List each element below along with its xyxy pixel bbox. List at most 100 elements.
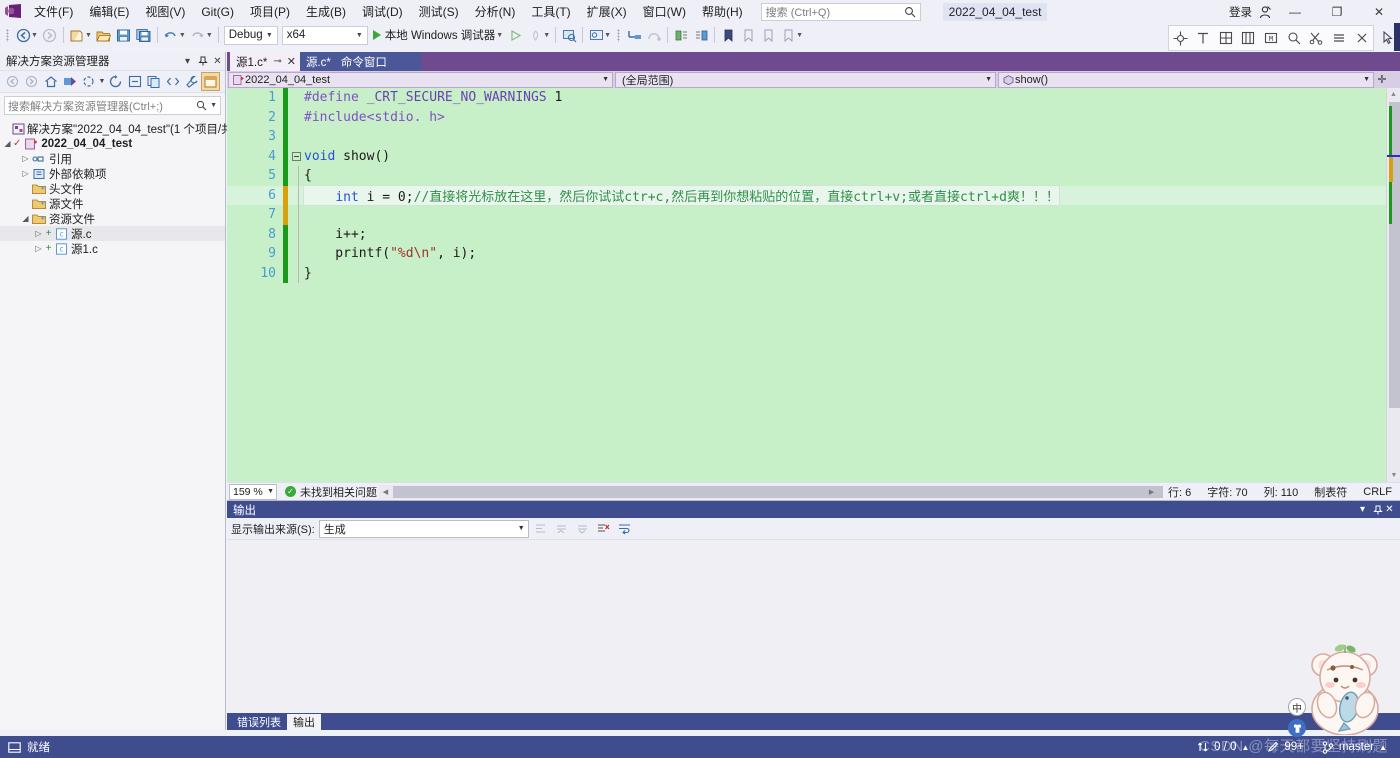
- navbar-project-select[interactable]: 2022_04_04_test ▼: [228, 71, 613, 88]
- scissors-icon[interactable]: [1306, 28, 1326, 48]
- word-wrap-icon[interactable]: [615, 519, 634, 538]
- new-project-icon[interactable]: [67, 25, 87, 45]
- tab-output[interactable]: 输出: [287, 714, 321, 730]
- scroll-down-icon[interactable]: ▼: [1387, 469, 1400, 482]
- editor-horizontal-scrollbar[interactable]: ◀ ▶: [379, 484, 1163, 499]
- wrench-icon[interactable]: [182, 72, 201, 91]
- scroll-right-icon[interactable]: ▶: [1145, 488, 1158, 496]
- pin-icon[interactable]: [195, 54, 210, 69]
- tree-item-source-files[interactable]: 源文件: [0, 196, 225, 211]
- save-icon[interactable]: [114, 25, 134, 45]
- solution-platform-select[interactable]: x64 ▼: [281, 25, 368, 45]
- menu-icon[interactable]: [1329, 28, 1349, 48]
- close-tab-icon[interactable]: ✕: [287, 55, 296, 68]
- menu-item-extensions[interactable]: 扩展(X): [579, 2, 635, 22]
- expand-arrow-icon[interactable]: ▷: [33, 228, 44, 240]
- prev-message-icon[interactable]: [552, 519, 571, 538]
- refresh-icon[interactable]: [106, 72, 125, 91]
- show-all-files-icon[interactable]: [144, 72, 163, 91]
- source-control-sync-button[interactable]: 0 / 0 ▲: [1188, 741, 1258, 753]
- code-line[interactable]: 9 printf("%d\n", i);: [227, 244, 1386, 264]
- pin-tab-icon[interactable]: ⊸: [273, 56, 281, 67]
- menu-item-build[interactable]: 生成(B): [298, 2, 354, 22]
- home-icon[interactable]: [41, 72, 60, 91]
- code-line[interactable]: 8 i++;: [227, 224, 1386, 244]
- menu-item-project[interactable]: 项目(P): [242, 2, 298, 22]
- pointer-icon[interactable]: [1376, 25, 1400, 51]
- tree-item-external-dependencies[interactable]: ▷ 外部依赖项: [0, 166, 225, 181]
- back-icon[interactable]: [3, 72, 22, 91]
- minimize-button[interactable]: —: [1274, 0, 1316, 23]
- code-line[interactable]: 2 #include<stdio. h>: [227, 107, 1386, 127]
- step-into-icon[interactable]: [624, 25, 644, 45]
- close-icon[interactable]: ✕: [210, 54, 225, 69]
- code-line[interactable]: 5 {: [227, 166, 1386, 186]
- menu-item-debug[interactable]: 调试(D): [354, 2, 411, 22]
- zoom-level-select[interactable]: 159 % ▼: [229, 483, 277, 500]
- horizontal-scroll-thumb[interactable]: [393, 485, 1163, 498]
- close-icon[interactable]: [1352, 28, 1372, 48]
- start-without-debugging-icon[interactable]: [505, 25, 525, 45]
- menu-item-test[interactable]: 测试(S): [411, 2, 467, 22]
- goto-message-icon[interactable]: [531, 519, 550, 538]
- clear-all-icon[interactable]: [594, 519, 613, 538]
- start-debugging-dropdown-icon[interactable]: ▼: [496, 32, 503, 39]
- scroll-up-icon[interactable]: ▲: [1387, 88, 1400, 101]
- menu-item-view[interactable]: 视图(V): [137, 2, 193, 22]
- chevron-down-icon[interactable]: ▾: [180, 54, 195, 69]
- menu-item-tools[interactable]: 工具(T): [523, 2, 578, 22]
- tree-item-solution[interactable]: 解决方案"2022_04_04_test"(1 个项目/共 1 个): [0, 121, 261, 136]
- tab-source1-c[interactable]: 源1.c* ⊸ ✕: [230, 52, 300, 71]
- expand-arrow-icon[interactable]: ◢: [20, 213, 31, 225]
- output-panel-body[interactable]: [227, 540, 1400, 710]
- error-status-indicator[interactable]: ✓ 未找到相关问题: [285, 484, 377, 500]
- sync-icon[interactable]: [79, 72, 98, 91]
- fold-column[interactable]: [288, 151, 304, 161]
- tab-source-c[interactable]: 源.c*: [299, 52, 335, 71]
- expand-arrow-icon[interactable]: ▷: [33, 243, 44, 255]
- mosaic-icon[interactable]: M: [1261, 28, 1281, 48]
- attach-process-icon[interactable]: [559, 25, 579, 45]
- outdent-icon[interactable]: [691, 25, 711, 45]
- split-view-icon[interactable]: ✛: [1375, 73, 1389, 86]
- code-line[interactable]: 4 void show(): [227, 146, 1386, 166]
- undo-icon[interactable]: [161, 25, 181, 45]
- text-icon[interactable]: [1193, 28, 1213, 48]
- account-icon[interactable]: [1256, 3, 1274, 21]
- tree-item-resource-files[interactable]: ◢ 资源文件: [0, 211, 225, 226]
- code-line-current[interactable]: 6 int i = 0;//直接将光标放在这里，然后你试试ctr+c,然后再到你…: [227, 185, 1386, 205]
- save-all-icon[interactable]: [134, 25, 154, 45]
- scroll-left-icon[interactable]: ◀: [379, 488, 392, 496]
- shirt-icon[interactable]: [1288, 719, 1306, 737]
- tree-item-header-files[interactable]: 头文件: [0, 181, 225, 196]
- collapse-region-icon[interactable]: [291, 151, 301, 161]
- magnify-icon[interactable]: [1284, 28, 1304, 48]
- code-line[interactable]: 3: [227, 127, 1386, 147]
- tree-item-references[interactable]: ▷ 引用: [0, 151, 225, 166]
- toolbar-grip-2[interactable]: [615, 27, 622, 43]
- open-file-icon[interactable]: [94, 25, 114, 45]
- code-view-icon[interactable]: [163, 72, 182, 91]
- solution-explorer-search-input[interactable]: 搜索解决方案资源管理器(Ctrl+;) ▼: [4, 96, 221, 115]
- next-bookmark-icon[interactable]: [758, 25, 778, 45]
- search-options-icon[interactable]: ▼: [207, 102, 217, 109]
- navbar-scope-select[interactable]: (全局范围) ▼: [615, 71, 996, 88]
- pending-changes-button[interactable]: 99+: [1258, 741, 1313, 753]
- output-source-select[interactable]: 生成 ▼: [318, 519, 529, 538]
- step-over-icon[interactable]: [644, 25, 664, 45]
- menu-item-window[interactable]: 窗口(W): [635, 2, 694, 22]
- sync-dropdown-icon[interactable]: ▼: [98, 72, 106, 91]
- redo-icon[interactable]: [188, 25, 208, 45]
- columns-icon[interactable]: [1238, 28, 1258, 48]
- code-line[interactable]: 10 }: [227, 263, 1386, 283]
- global-search-input[interactable]: 搜索 (Ctrl+Q): [760, 2, 921, 21]
- navigate-forward-icon[interactable]: [40, 25, 60, 45]
- indent-icon[interactable]: [671, 25, 691, 45]
- preview-selected-items-icon[interactable]: [201, 72, 220, 91]
- menu-item-git[interactable]: Git(G): [193, 2, 242, 22]
- tree-item-source-c[interactable]: ▷ + c 源.c: [0, 226, 225, 241]
- pin-icon[interactable]: [1370, 505, 1385, 515]
- menu-item-help[interactable]: 帮助(H): [694, 2, 751, 22]
- forward-icon[interactable]: [22, 72, 41, 91]
- chevron-down-icon[interactable]: ▾: [1355, 504, 1370, 515]
